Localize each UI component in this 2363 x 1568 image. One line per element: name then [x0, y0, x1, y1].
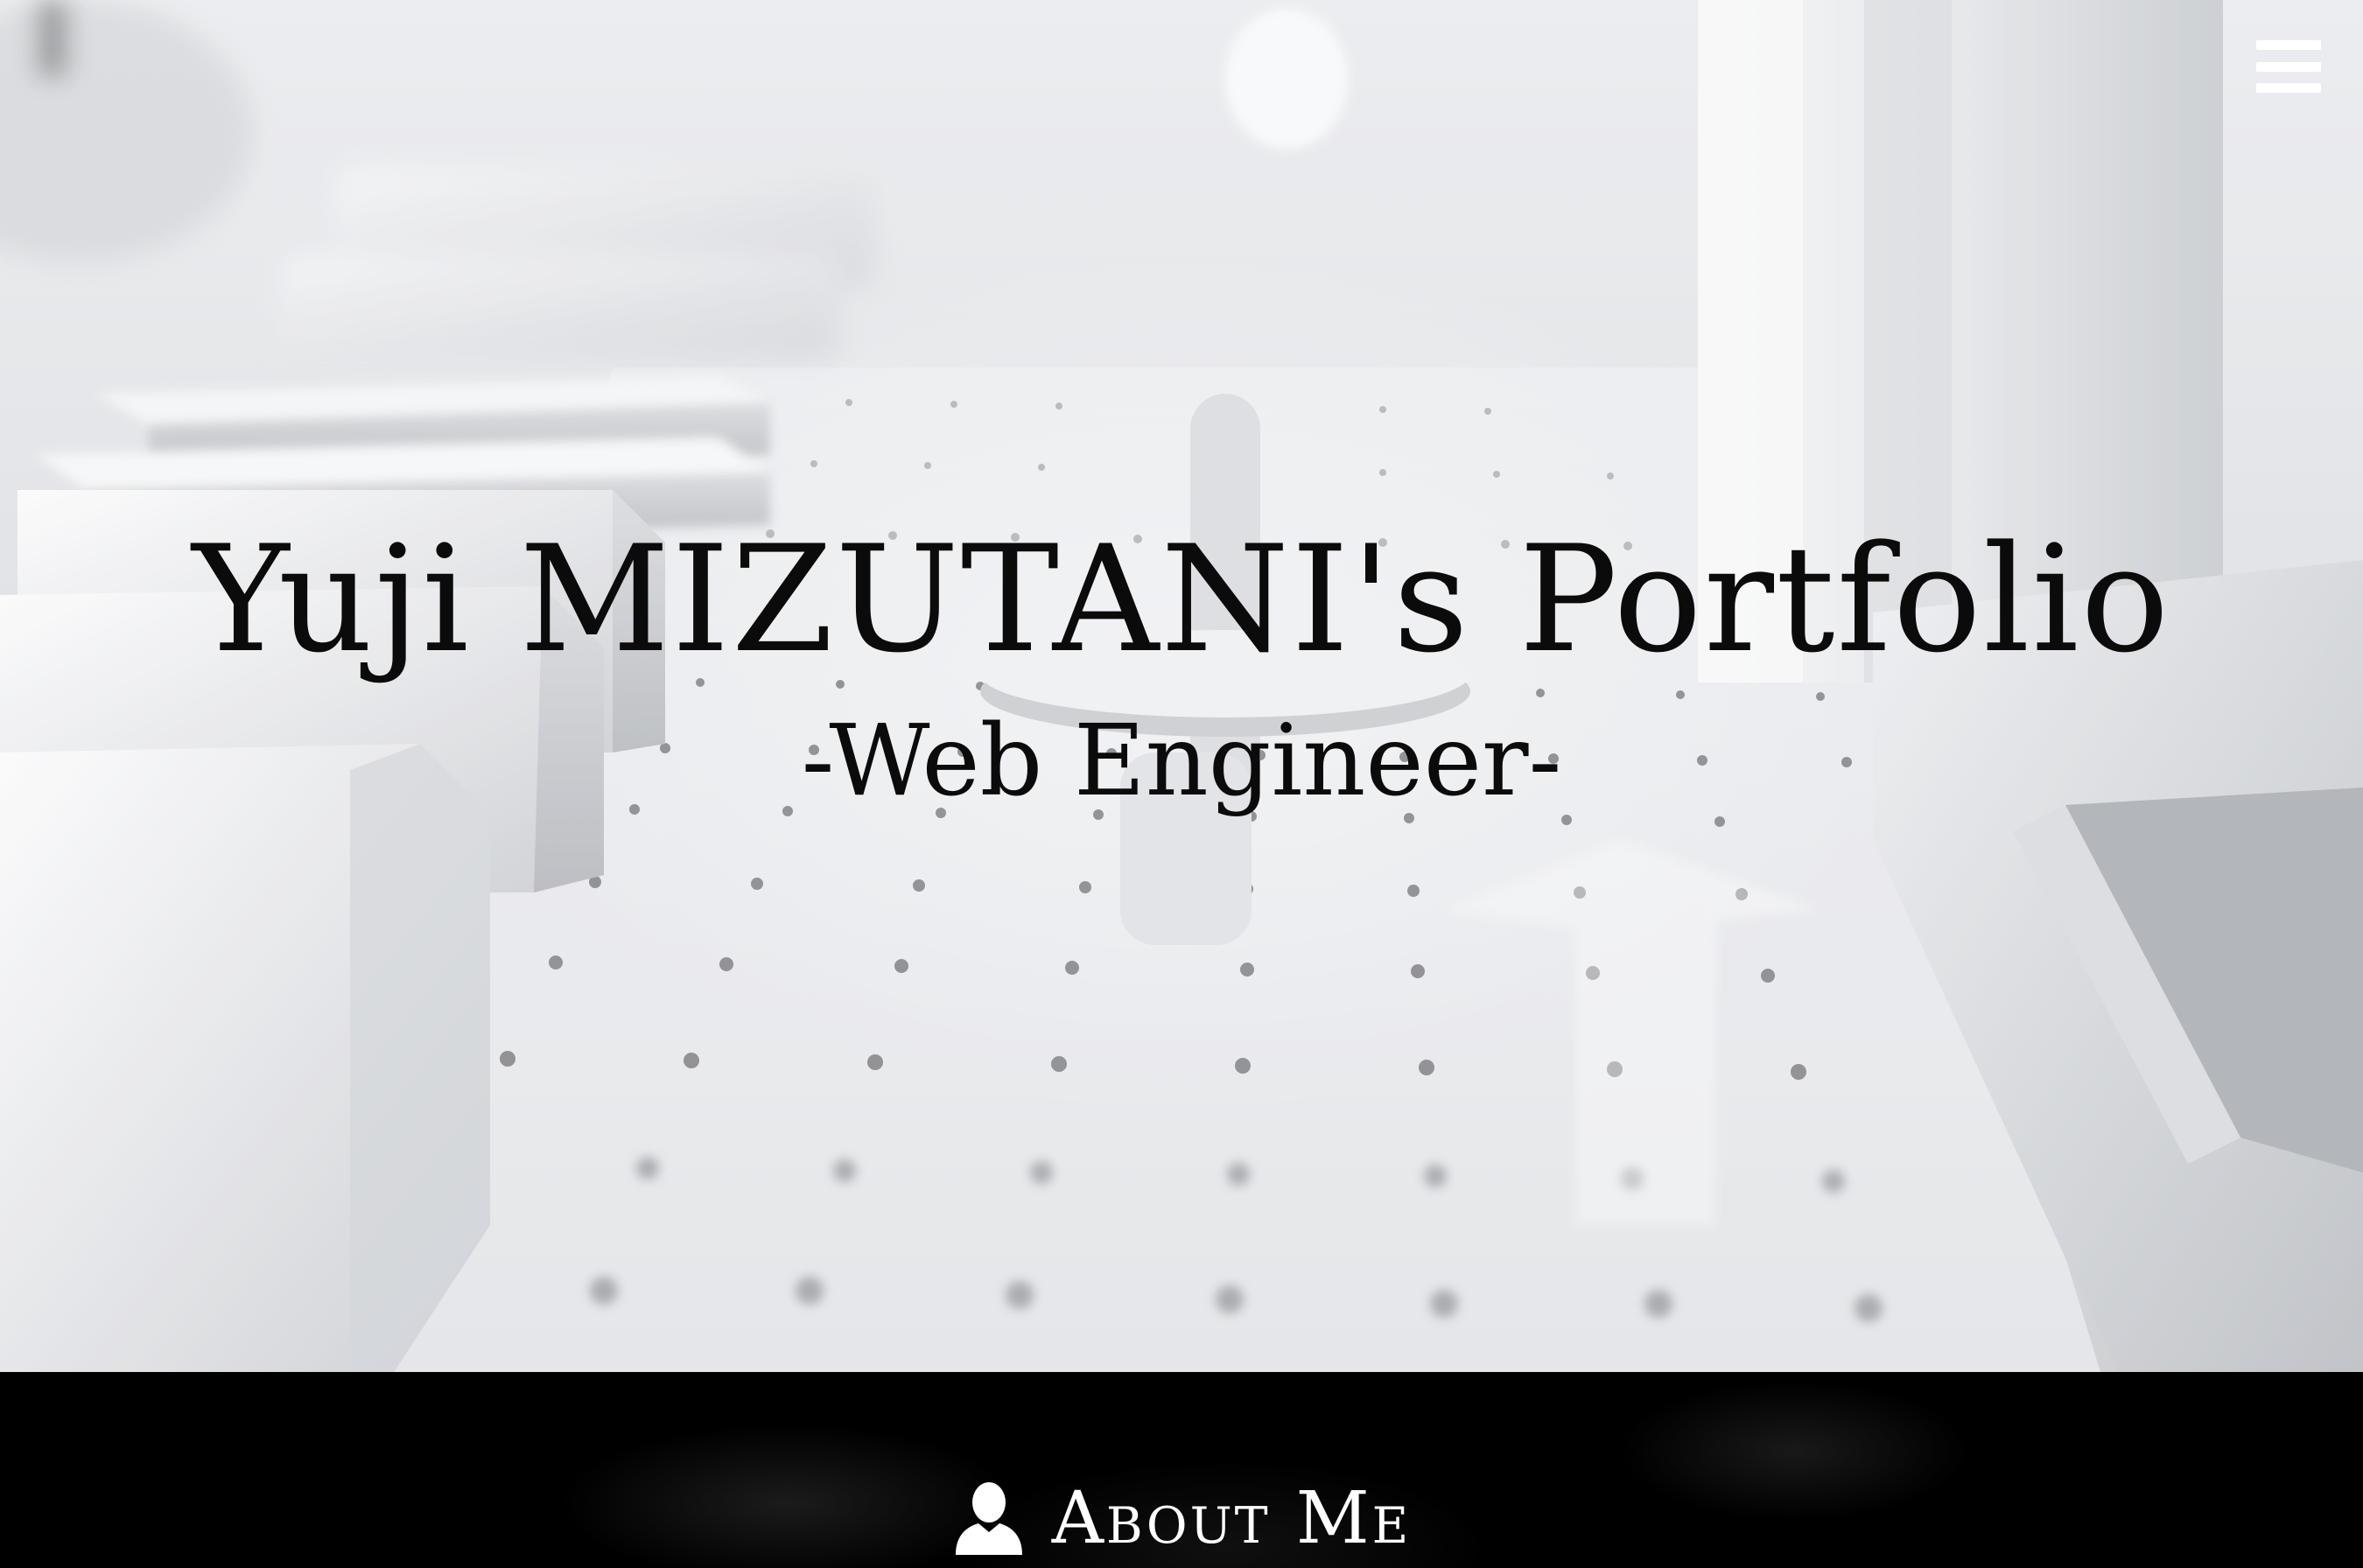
- about-section: About Me: [0, 1372, 2363, 1568]
- menu-bar: [2256, 61, 2321, 72]
- about-heading: About Me: [0, 1475, 2363, 1563]
- menu-bar: [2256, 40, 2321, 50]
- hero-subtitle: -Web Engineer-: [801, 704, 1562, 818]
- hamburger-menu-icon[interactable]: [2256, 40, 2321, 93]
- about-heading-label: About Me: [1051, 1477, 1412, 1560]
- hero-title: Yuji MIZUTANI's Portfolio: [192, 514, 2171, 685]
- menu-bar: [2256, 83, 2321, 93]
- user-icon: [955, 1482, 1022, 1555]
- hero-section: Yuji MIZUTANI's Portfolio -Web Engineer-: [0, 0, 2363, 1372]
- page: Yuji MIZUTANI's Portfolio -Web Engineer-…: [0, 0, 2363, 1568]
